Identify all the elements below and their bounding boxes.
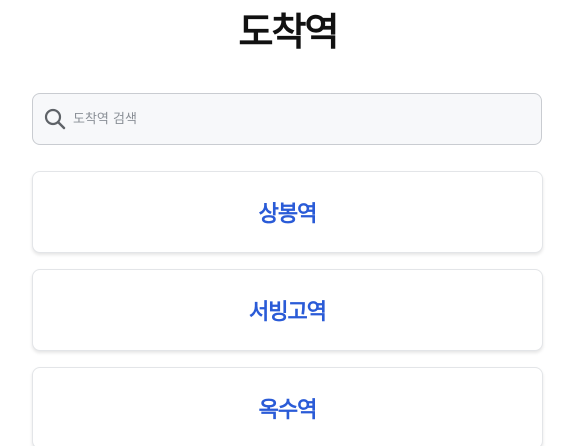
station-list: 상봉역 서빙고역 옥수역: [32, 171, 543, 446]
search-input[interactable]: [73, 94, 541, 144]
station-item-seobinggo[interactable]: 서빙고역: [32, 269, 543, 351]
station-label: 서빙고역: [249, 300, 327, 325]
station-item-sangbong[interactable]: 상봉역: [32, 171, 543, 253]
page-title: 도착역: [238, 10, 340, 54]
search-bar[interactable]: [32, 93, 542, 145]
station-label: 상봉역: [258, 202, 318, 227]
arrival-station-page: 도착역 상봉역 서빙고역 옥수역: [0, 0, 576, 446]
search-icon: [43, 107, 67, 131]
station-label: 옥수역: [258, 398, 318, 423]
station-item-oksu[interactable]: 옥수역: [32, 367, 543, 446]
